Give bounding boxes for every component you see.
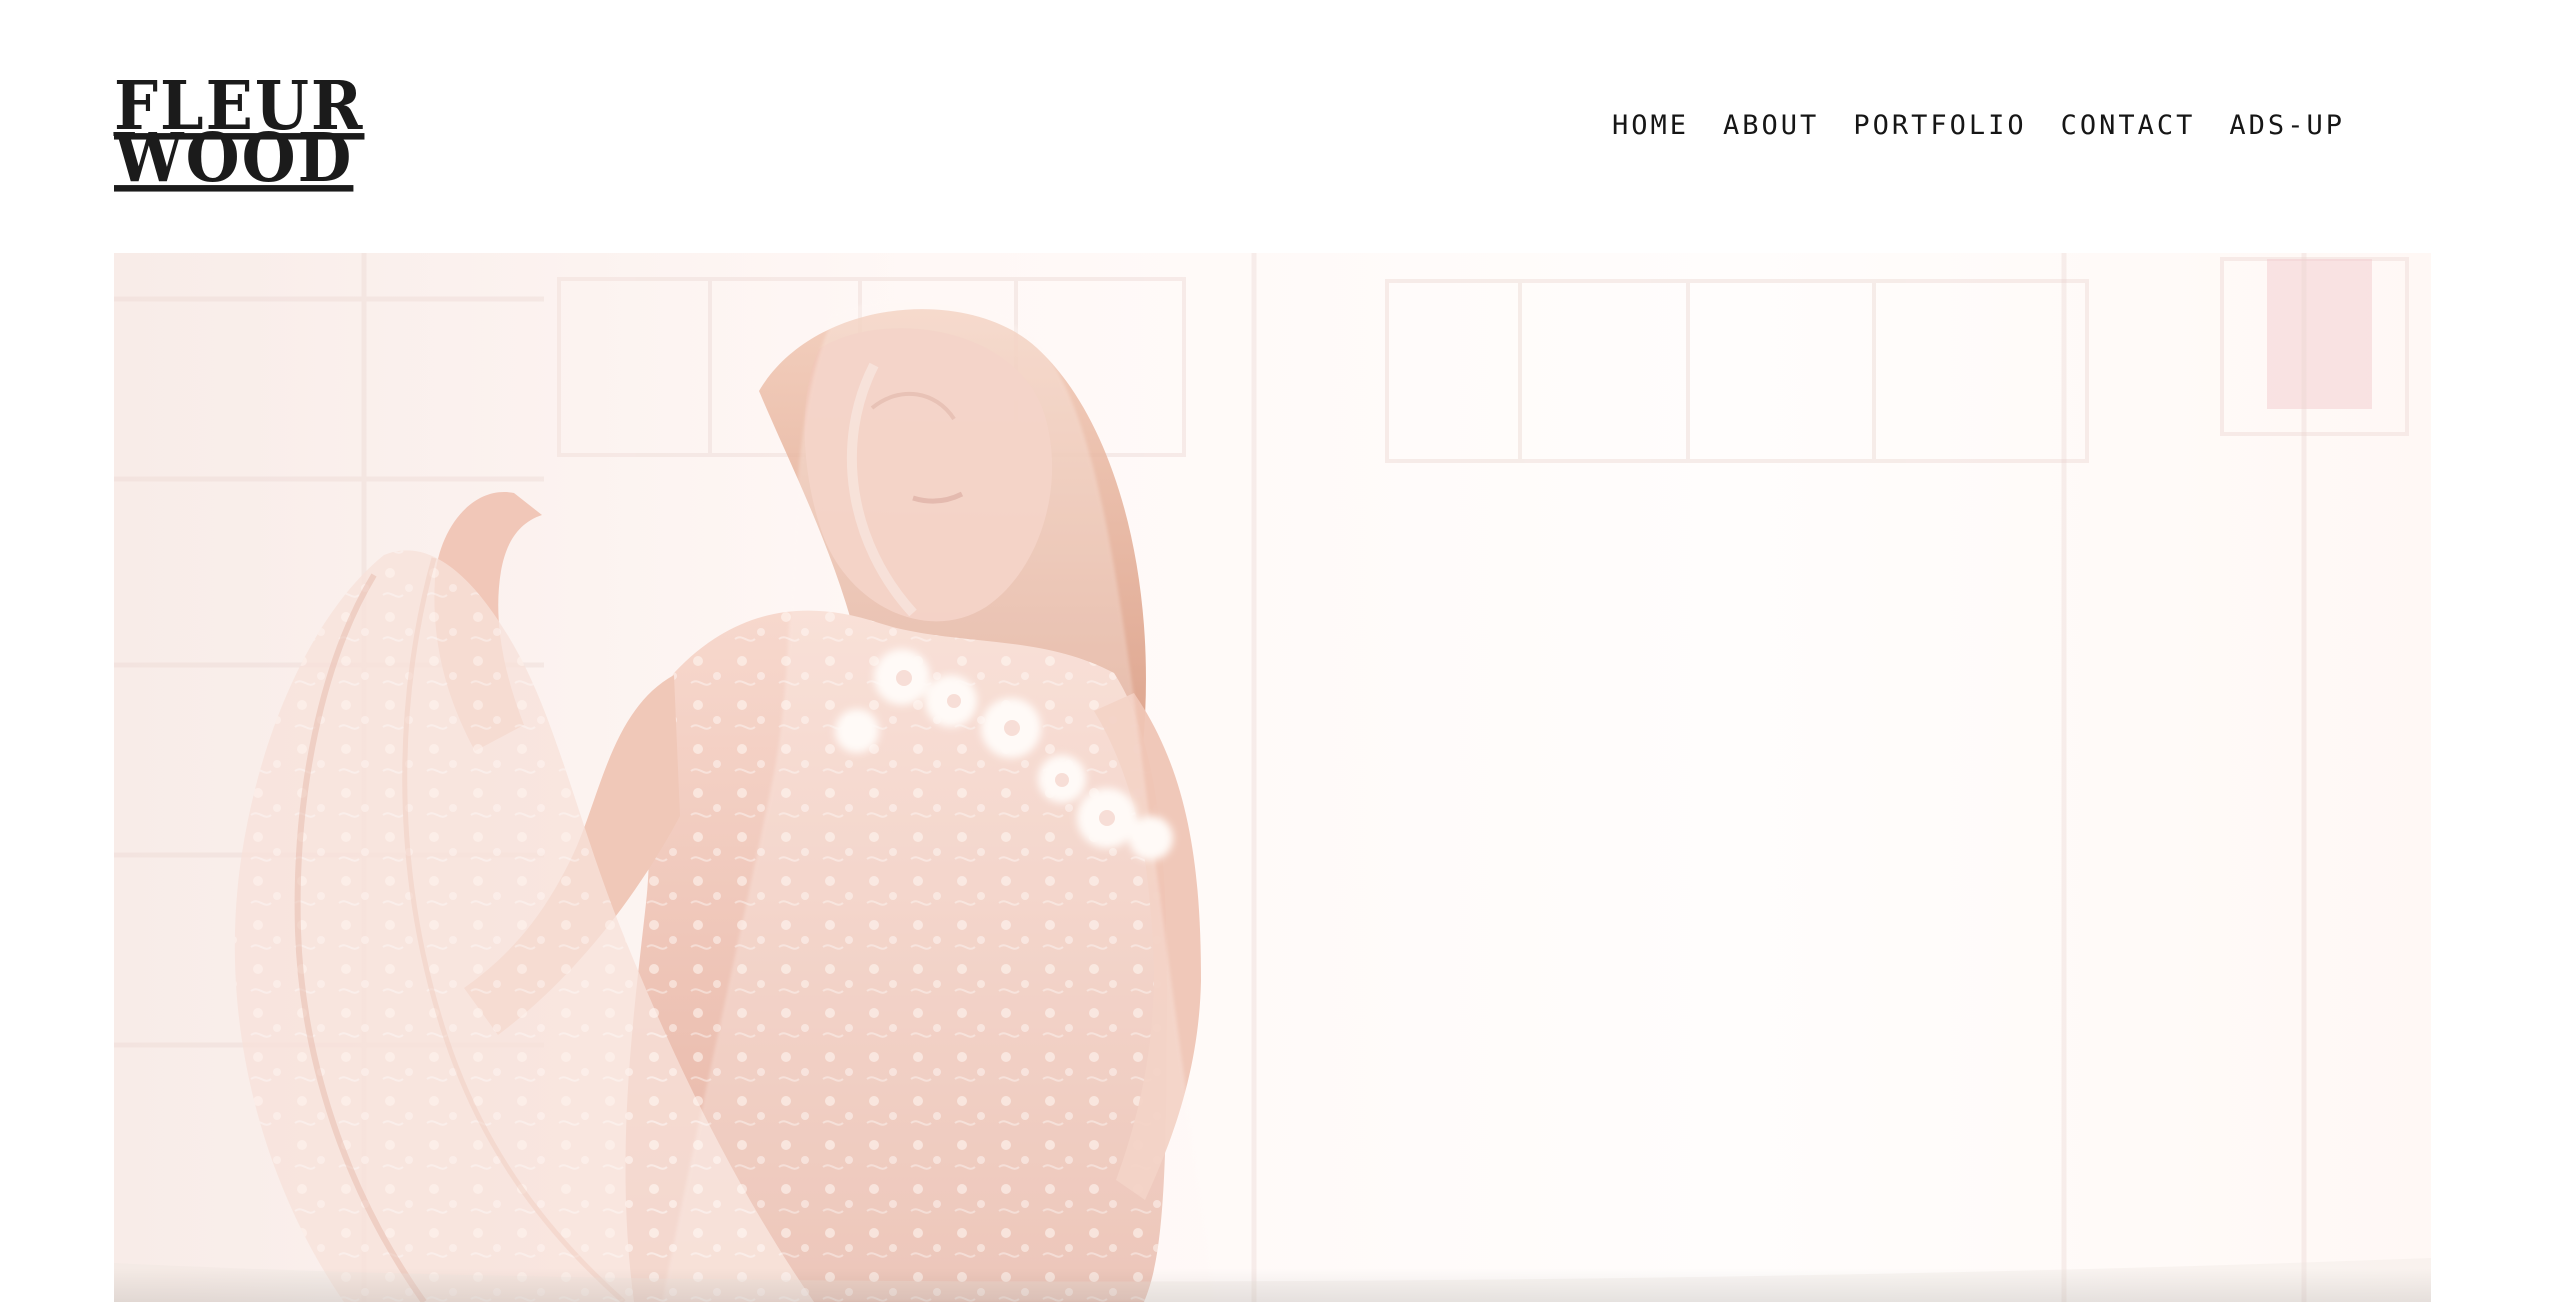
nav-about-link[interactable]: ABOUT xyxy=(1723,104,1819,148)
hero-image xyxy=(114,253,2431,1302)
nav-home-link[interactable]: HOME xyxy=(1612,104,1689,148)
nav-ads-up-link[interactable]: ADS-UP xyxy=(2229,104,2345,148)
nav-contact-link[interactable]: CONTACT xyxy=(2061,104,2196,148)
brand-logo[interactable]: FLEUR WOOD xyxy=(114,72,362,191)
brand-logo-line-2: WOOD xyxy=(114,118,354,197)
hero-photo xyxy=(114,253,2431,1302)
nav-portfolio-link[interactable]: PORTFOLIO xyxy=(1853,104,2026,148)
main-navigation: HOME ABOUT PORTFOLIO CONTACT ADS-UP xyxy=(1612,104,2345,148)
hero-bottom-shade xyxy=(114,1268,2431,1302)
